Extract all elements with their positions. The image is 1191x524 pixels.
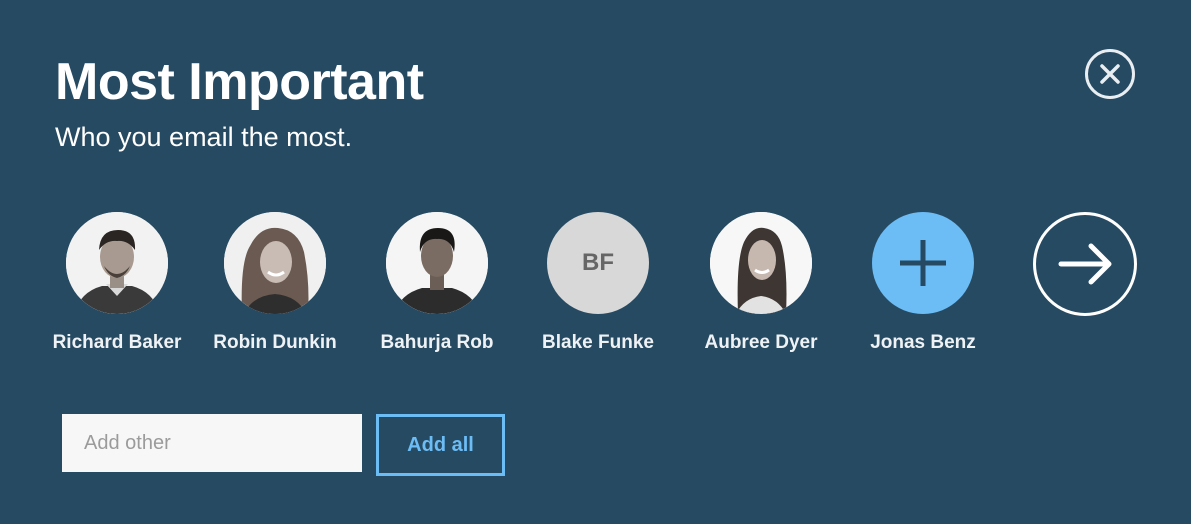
add-other-input[interactable] bbox=[62, 414, 362, 472]
page-subtitle: Who you email the most. bbox=[55, 122, 353, 152]
avatar-initials: BF bbox=[547, 212, 649, 314]
avatar bbox=[386, 212, 488, 314]
contact-name: Richard Baker bbox=[52, 332, 182, 353]
arrow-right-icon bbox=[1058, 243, 1112, 285]
contact-jonas-benz[interactable]: Jonas Benz bbox=[843, 212, 1003, 354]
contact-bahurja-rob[interactable]: Bahurja Rob bbox=[357, 212, 517, 354]
contact-name: Jonas Benz bbox=[870, 332, 976, 353]
avatar bbox=[710, 212, 812, 314]
contact-name: Robin Dunkin bbox=[213, 332, 337, 353]
add-contact-button[interactable] bbox=[872, 212, 974, 314]
next-button[interactable] bbox=[1033, 212, 1137, 316]
plus-icon bbox=[900, 240, 946, 286]
contact-name: Aubree Dyer bbox=[704, 332, 818, 353]
avatar bbox=[66, 212, 168, 314]
contact-richard-baker[interactable]: Richard Baker bbox=[37, 212, 197, 354]
contact-blake-funke[interactable]: BF Blake Funke bbox=[518, 212, 678, 354]
contacts-row: Richard Baker Robin Dunkin Bahurja Rob B… bbox=[0, 212, 1191, 372]
add-all-button[interactable]: Add all bbox=[376, 414, 505, 476]
avatar bbox=[224, 212, 326, 314]
contact-name: Blake Funke bbox=[542, 332, 654, 353]
contact-aubree-dyer[interactable]: Aubree Dyer bbox=[681, 212, 841, 354]
contact-name: Bahurja Rob bbox=[380, 332, 494, 353]
close-icon bbox=[1100, 64, 1120, 84]
page-title: Most Important bbox=[55, 53, 424, 111]
contact-robin-dunkin[interactable]: Robin Dunkin bbox=[195, 212, 355, 354]
close-button[interactable] bbox=[1085, 49, 1135, 99]
